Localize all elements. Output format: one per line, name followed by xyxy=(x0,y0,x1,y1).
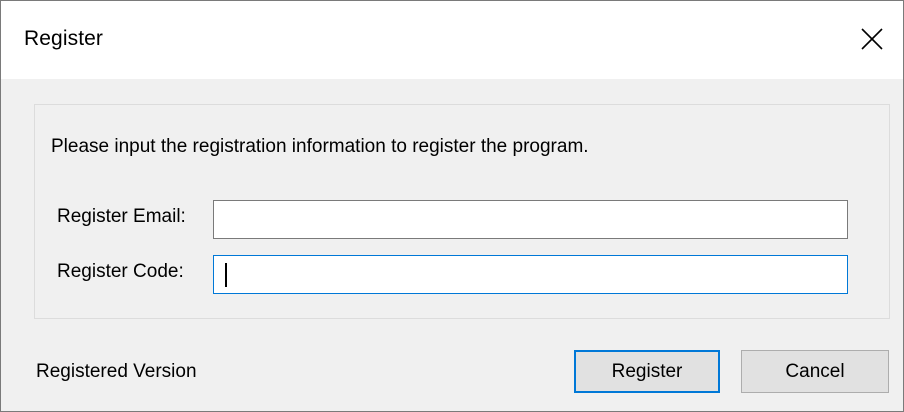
register-button[interactable]: Register xyxy=(574,350,720,393)
code-field[interactable] xyxy=(213,255,848,294)
email-label: Register Email: xyxy=(57,206,186,227)
instruction-text: Please input the registration informatio… xyxy=(51,136,589,157)
text-caret xyxy=(225,263,227,287)
register-dialog: Register Please input the registration i… xyxy=(0,0,904,412)
close-icon xyxy=(861,28,883,50)
code-label: Register Code: xyxy=(57,261,184,282)
dialog-title: Register xyxy=(24,27,103,50)
close-button[interactable] xyxy=(841,1,903,79)
cancel-button[interactable]: Cancel xyxy=(741,350,889,393)
title-bar: Register xyxy=(1,1,903,79)
email-field[interactable] xyxy=(213,200,848,239)
version-status: Registered Version xyxy=(36,361,197,382)
